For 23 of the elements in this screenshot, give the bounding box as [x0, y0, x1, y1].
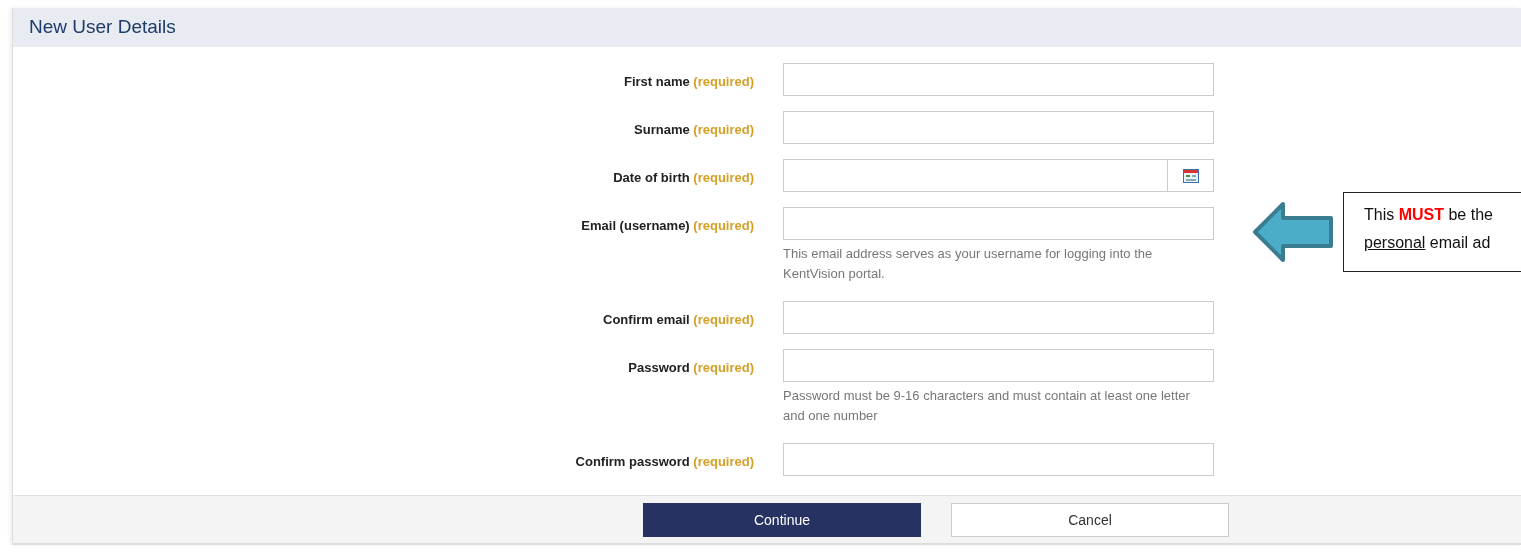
- field-label: Confirm email (required): [602, 311, 754, 329]
- text-field[interactable]: [783, 349, 1214, 382]
- text-field[interactable]: [783, 111, 1214, 144]
- continue-button[interactable]: Continue: [643, 502, 921, 537]
- field-label: Confirm password (required): [574, 453, 754, 471]
- left-arrow-icon: [1251, 200, 1335, 264]
- field-label: Password (required): [627, 359, 754, 377]
- help-text: Password must be 9-16 characters and must contain at least one letter and one number: [783, 387, 1191, 425]
- text-field[interactable]: [783, 443, 1214, 476]
- help-text: This email address serves as your username for logging into the KentVision portal.: [783, 245, 1154, 283]
- text-field[interactable]: [783, 207, 1214, 240]
- field-label: First name (required): [622, 73, 754, 91]
- cancel-button[interactable]: Cancel: [951, 502, 1229, 537]
- field-label: Date of birth (required): [612, 169, 754, 187]
- callout-text: This MUST be the: [1364, 205, 1494, 225]
- text-field[interactable]: [783, 301, 1214, 334]
- field-label: Email (username) (required): [580, 217, 754, 235]
- field-label: Surname (required): [633, 121, 754, 139]
- callout-text: personal email ad: [1364, 233, 1492, 253]
- calendar-icon: [1182, 168, 1199, 183]
- date-field[interactable]: [783, 159, 1214, 192]
- panel-title: New User Details: [29, 15, 176, 40]
- text-field[interactable]: [783, 63, 1214, 96]
